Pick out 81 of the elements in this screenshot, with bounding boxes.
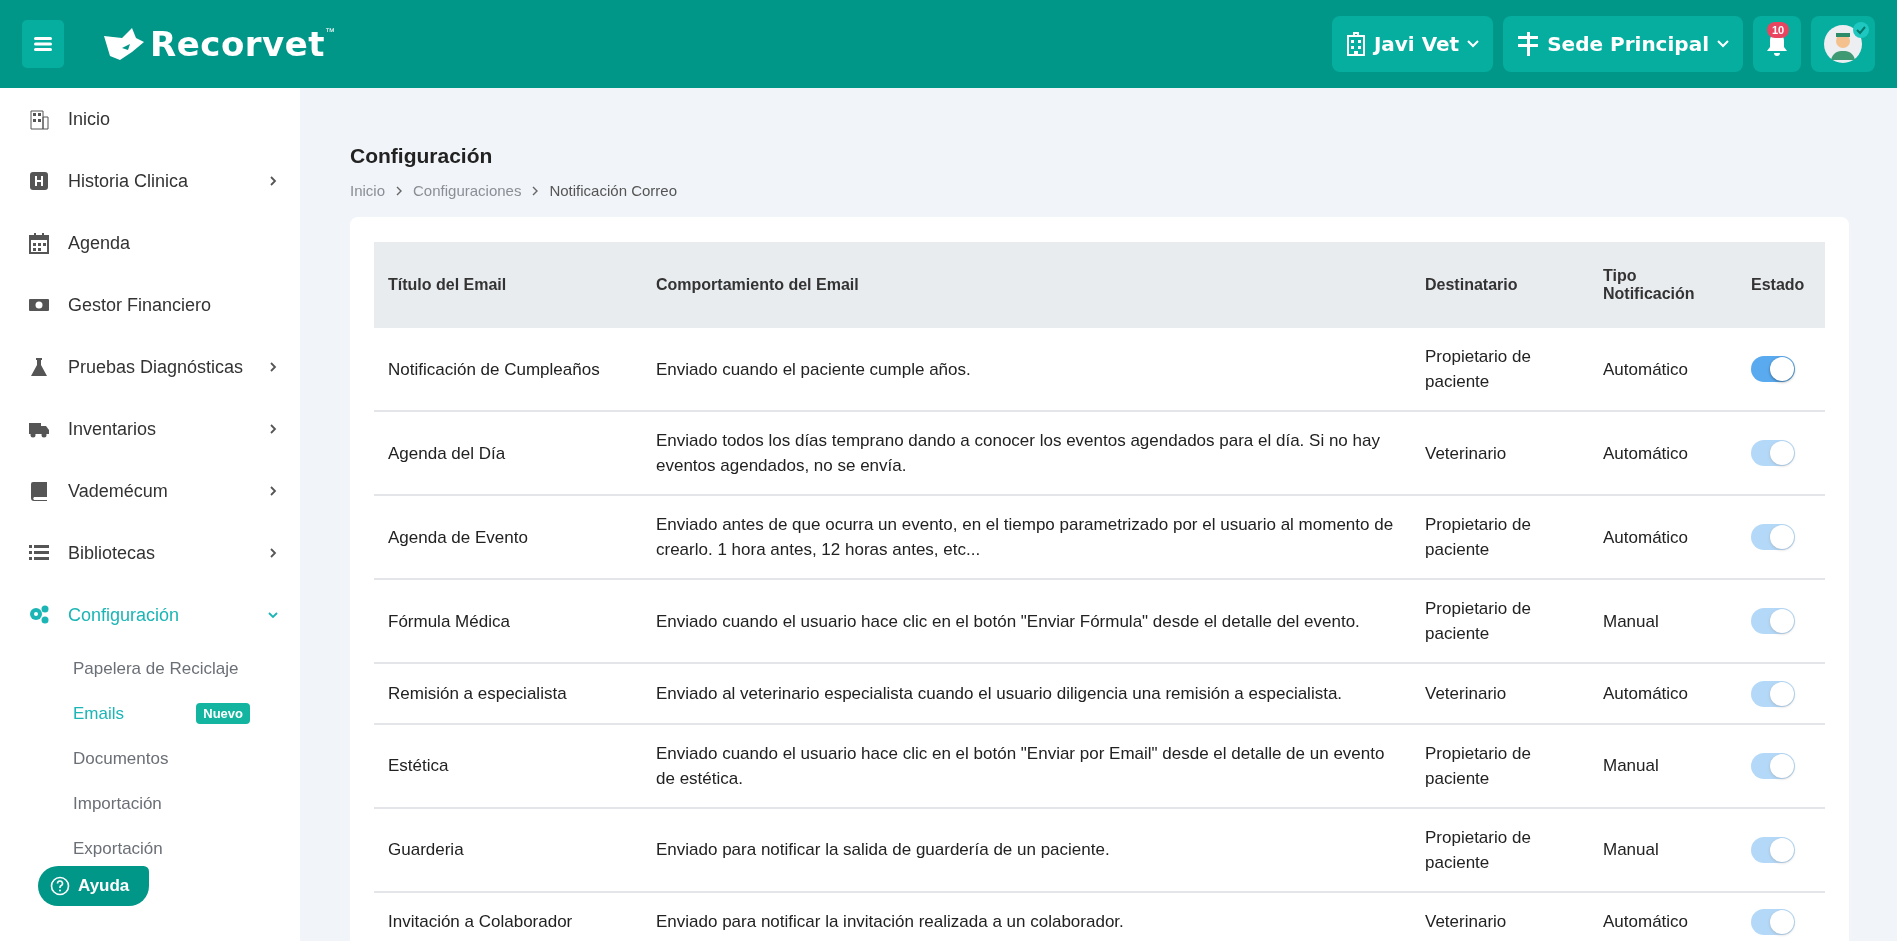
sidebar-item[interactable]: Inicio xyxy=(0,88,300,150)
menu-button[interactable] xyxy=(22,20,64,68)
table-cell: Automático xyxy=(1589,663,1737,724)
check-icon xyxy=(1853,22,1869,38)
table-cell: Remisión a especialista xyxy=(374,663,642,724)
toggle-switch[interactable] xyxy=(1751,356,1795,383)
trademark: ™ xyxy=(325,26,335,37)
sidebar-item[interactable]: Inventarios xyxy=(0,398,300,460)
breadcrumb-link[interactable]: Configuraciones xyxy=(413,182,522,199)
table-cell: Enviado para notificar la invitación realizada a un colaborador. xyxy=(642,891,1411,941)
column-header: Destinatario xyxy=(1411,242,1589,328)
breadcrumb-current: Notificación Correo xyxy=(549,182,677,199)
table-cell: Propietario de paciente xyxy=(1411,723,1589,808)
branch-dropdown[interactable]: Sede Principal xyxy=(1503,16,1743,72)
new-badge: Nuevo xyxy=(196,703,250,724)
column-header: Estado xyxy=(1737,242,1825,328)
chevron-right-icon xyxy=(531,185,540,196)
table-cell: Automático xyxy=(1589,411,1737,495)
table-cell: Enviado antes de que ocurra un evento, en el tiempo parametrizado por el usuario al momento de crearlo. 1 hora antes, 12 horas antes, etc... xyxy=(642,495,1411,579)
hospital-icon xyxy=(28,170,50,192)
table-cell: Propietario de paciente xyxy=(1411,495,1589,579)
sidebar-item[interactable]: Pruebas Diagnósticas xyxy=(0,336,300,398)
table-cell: Estética xyxy=(374,723,642,808)
table-cell: Agenda del Día xyxy=(374,411,642,495)
clinic-dropdown[interactable]: Javi Vet xyxy=(1331,16,1494,72)
sidebar-item[interactable]: Gestor Financiero xyxy=(0,274,300,336)
column-header: Tipo Notificación xyxy=(1589,242,1737,328)
book-icon xyxy=(28,480,50,502)
signpost-icon xyxy=(1517,32,1540,56)
logo-text: Recorvet xyxy=(150,24,325,64)
table-cell: Enviado cuando el usuario hace clic en el botón "Enviar por Email" desde el detalle de un evento de estética. xyxy=(642,723,1411,808)
table-cell: Agenda de Evento xyxy=(374,495,642,579)
table-cell: Enviado para notificar la salida de guardería de un paciente. xyxy=(642,807,1411,892)
table-cell: Notificación de Cumpleaños xyxy=(374,328,642,411)
chevron-down-icon xyxy=(1717,40,1729,48)
page-title: Configuración xyxy=(350,144,494,168)
profile-button[interactable] xyxy=(1811,16,1875,72)
help-icon xyxy=(50,876,70,896)
table-cell: Invitación a Colaborador xyxy=(374,891,642,941)
breadcrumb-link[interactable]: Inicio xyxy=(350,182,386,199)
sidebar-item[interactable]: Historia Clinica xyxy=(0,150,300,212)
table-cell: Propietario de paciente xyxy=(1411,579,1589,663)
table-cell: Manual xyxy=(1589,807,1737,892)
table-cell: Veterinario xyxy=(1411,891,1589,941)
submenu-item[interactable]: Importación xyxy=(73,793,162,814)
building-icon xyxy=(28,108,50,130)
notification-count: 10 xyxy=(1767,22,1790,38)
table-cell: Fórmula Médica xyxy=(374,579,642,663)
sidebar-item[interactable]: Vademécum xyxy=(0,460,300,522)
menu-icon xyxy=(34,36,52,52)
gears-icon xyxy=(28,604,50,626)
fox-logo-icon xyxy=(102,26,146,62)
sidebar-item[interactable]: Bibliotecas xyxy=(0,522,300,584)
table-cell: Automático xyxy=(1589,495,1737,579)
table-cell: Propietario de paciente xyxy=(1411,328,1589,411)
table-cell: Guarderia xyxy=(374,807,642,892)
table-cell: Manual xyxy=(1589,723,1737,808)
chevron-down-icon xyxy=(1467,40,1480,48)
table-cell: Enviado al veterinario especialista cuando el usuario diligencia una remisión a especialista. xyxy=(642,663,1411,724)
submenu-item[interactable]: Exportación xyxy=(73,838,163,859)
table-cell: Automático xyxy=(1589,891,1737,941)
table-cell: Enviado cuando el paciente cumple años. xyxy=(642,328,1411,411)
table-cell: Veterinario xyxy=(1411,411,1589,495)
table-cell: Enviado cuando el usuario hace clic en el botón "Enviar Fórmula" desde el detalle del evento. xyxy=(642,579,1411,663)
table-cell: Automático xyxy=(1589,328,1737,411)
submenu-item[interactable]: Papelera de Reciclaje xyxy=(73,658,239,679)
flask-icon xyxy=(28,356,50,378)
table-cell: Veterinario xyxy=(1411,663,1589,724)
building-icon xyxy=(1345,32,1366,56)
sidebar-item[interactable]: Agenda xyxy=(0,212,300,274)
table-cell: Propietario de paciente xyxy=(1411,807,1589,892)
help-button[interactable]: Ayuda xyxy=(38,866,150,906)
chevron-right-icon xyxy=(395,185,404,196)
submenu-item[interactable]: Documentos xyxy=(73,748,169,769)
notifications-button[interactable]: 10 xyxy=(1753,16,1801,72)
calendar-icon xyxy=(28,232,50,254)
column-header: Título del Email xyxy=(374,242,642,328)
avatar-icon xyxy=(1823,24,1863,64)
table-cell: Enviado todos los días temprano dando a conocer los eventos agendados para el día. Si no hay eventos agendados, no se envía. xyxy=(642,411,1411,495)
column-header: Comportamiento del Email xyxy=(642,242,1411,328)
table-cell: Manual xyxy=(1589,579,1737,663)
